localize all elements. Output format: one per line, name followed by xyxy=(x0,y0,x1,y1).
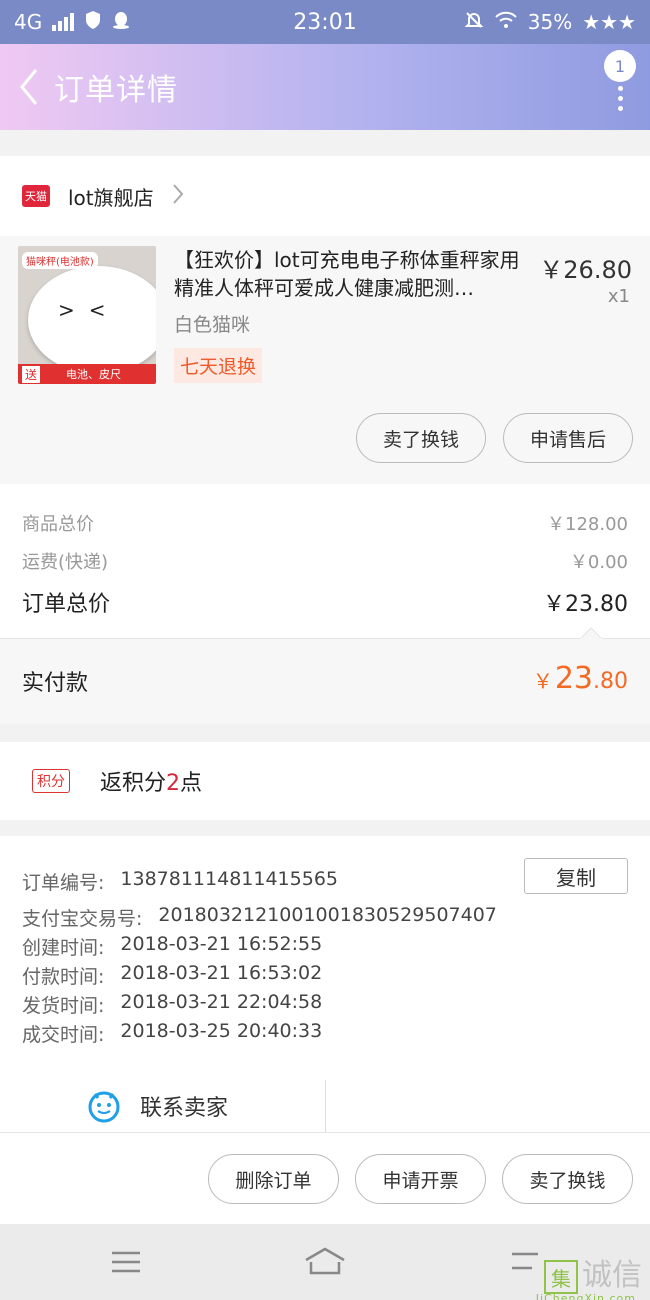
shop-name: lot旗舰店 xyxy=(68,185,154,210)
alipay-number: 2018032121001001830529507407 xyxy=(158,904,497,926)
divider xyxy=(325,1080,326,1132)
paid-integer: 23 xyxy=(554,661,593,696)
goods-total-value: ￥128.00 xyxy=(547,514,628,535)
page-title: 订单详情 xyxy=(54,73,178,108)
request-invoice-button[interactable]: 申请开票 xyxy=(355,1154,486,1204)
created-time: 2018-03-21 16:52:55 xyxy=(120,933,323,955)
menu-icon[interactable] xyxy=(110,1250,142,1278)
paid-time: 2018-03-21 16:53:02 xyxy=(120,962,323,984)
chevron-right-icon xyxy=(172,183,184,209)
cat-face-icon: >< xyxy=(58,298,120,322)
thumb-gift-label: 电池、皮尺 xyxy=(66,368,122,381)
alipay-line: 支付宝交易号: 2018032121001001830529507407 xyxy=(22,904,497,931)
chat-face-icon xyxy=(88,1091,120,1123)
thumb-gift-banner: 送 电池、皮尺 xyxy=(18,364,156,384)
copy-button[interactable]: 复制 xyxy=(524,858,628,894)
order-total-value: ￥23.80 xyxy=(543,592,628,617)
price-summary: 商品总价 ￥128.00 运费(快递) ￥0.00 订单总价 ￥23.80 xyxy=(0,484,650,638)
alipay-label: 支付宝交易号: xyxy=(22,908,143,930)
points-count: 2 xyxy=(166,771,181,796)
shop-row[interactable]: 天猫 lot旗舰店 xyxy=(0,156,650,236)
shipped-line: 发货时间: 2018-03-21 22:04:58 xyxy=(22,991,322,1018)
created-line: 创建时间: 2018-03-21 16:52:55 xyxy=(22,933,322,960)
points-text: 返积分2点 xyxy=(100,765,202,797)
status-bar: 4G 23:01 35% ★★★ xyxy=(0,0,650,44)
contact-seller-label: 联系卖家 xyxy=(140,1096,229,1121)
closed-line: 成交时间: 2018-03-25 20:40:33 xyxy=(22,1020,322,1047)
goods-total-label: 商品总价 xyxy=(22,514,94,535)
order-total-label: 订单总价 xyxy=(22,592,111,617)
created-label: 创建时间: xyxy=(22,937,105,959)
order-number: 138781114811415565 xyxy=(120,868,338,890)
product-title[interactable]: 【狂欢价】lot可充电电子称体重秤家用精准人体秤可爱成人健康减肥测… xyxy=(174,246,524,302)
contact-seller-button[interactable]: 联系卖家 xyxy=(86,1088,228,1124)
shipping-value: ￥0.00 xyxy=(569,552,628,573)
product-quantity: x1 xyxy=(607,286,630,307)
sell-for-cash-bottom-button[interactable]: 卖了换钱 xyxy=(502,1154,633,1204)
message-count-badge: 1 xyxy=(604,50,636,82)
delete-order-button[interactable]: 删除订单 xyxy=(208,1154,339,1204)
points-prefix: 返积分 xyxy=(100,771,167,796)
return-icon[interactable] xyxy=(508,1248,542,1278)
closed-label: 成交时间: xyxy=(22,1024,105,1046)
watermark-subtext: JiChengXin.com xyxy=(535,1292,636,1300)
paid-currency: ￥ xyxy=(532,669,553,693)
caret-up-icon xyxy=(580,627,602,639)
bottom-action-bar: 删除订单 申请开票 卖了换钱 xyxy=(0,1132,650,1224)
points-badge: 积分 xyxy=(32,769,70,793)
header: 订单详情 1 xyxy=(0,44,650,130)
order-item[interactable]: >< 猫咪秤(电池款) 送 电池、皮尺 【狂欢价】lot可充电电子称体重秤家用精… xyxy=(0,236,650,484)
sell-for-cash-button[interactable]: 卖了换钱 xyxy=(356,413,486,463)
points-suffix: 点 xyxy=(180,771,203,796)
paid-time-line: 付款时间: 2018-03-21 16:53:02 xyxy=(22,962,322,989)
product-price: ￥26.80 xyxy=(539,256,632,284)
order-number-label: 订单编号: xyxy=(22,872,105,894)
order-info: 订单编号: 138781114811415565 复制 支付宝交易号: 2018… xyxy=(0,836,650,1132)
product-thumbnail[interactable]: >< 猫咪秤(电池款) 送 电池、皮尺 xyxy=(18,246,156,384)
paid-time-label: 付款时间: xyxy=(22,966,105,988)
shipped-label: 发货时间: xyxy=(22,995,105,1017)
tmall-logo-icon: 天猫 xyxy=(22,185,50,207)
clock: 23:01 xyxy=(293,9,357,35)
paid-value: ￥ 23 .80 xyxy=(533,661,628,696)
home-icon[interactable] xyxy=(303,1246,347,1280)
back-icon[interactable] xyxy=(4,44,54,130)
shipping-label: 运费(快递) xyxy=(22,552,109,573)
after-sale-button[interactable]: 申请售后 xyxy=(503,413,633,463)
paid-label: 实付款 xyxy=(22,671,89,696)
more-dots-icon xyxy=(618,86,623,111)
shipped-time: 2018-03-21 22:04:58 xyxy=(120,991,323,1013)
paid-amount-row: 实付款 ￥ 23 .80 xyxy=(0,627,650,724)
thumb-tag: 猫咪秤(电池款) xyxy=(22,252,98,269)
thumb-send-label: 送 xyxy=(22,365,41,383)
watermark-text: 诚信 xyxy=(582,1258,642,1293)
watermark-logo: 集 诚信 JiChengXin.com xyxy=(536,1250,642,1300)
more-menu-button[interactable]: 1 xyxy=(600,50,636,111)
watermark-mark: 集 xyxy=(544,1260,578,1294)
closed-time: 2018-03-25 20:40:33 xyxy=(120,1020,323,1042)
return-policy-badge: 七天退换 xyxy=(174,348,263,383)
product-spec: 白色猫咪 xyxy=(174,314,251,336)
order-number-line: 订单编号: 138781114811415565 xyxy=(22,868,338,895)
paid-decimal: .80 xyxy=(593,669,628,694)
points-row: 积分 返积分2点 xyxy=(0,742,650,820)
